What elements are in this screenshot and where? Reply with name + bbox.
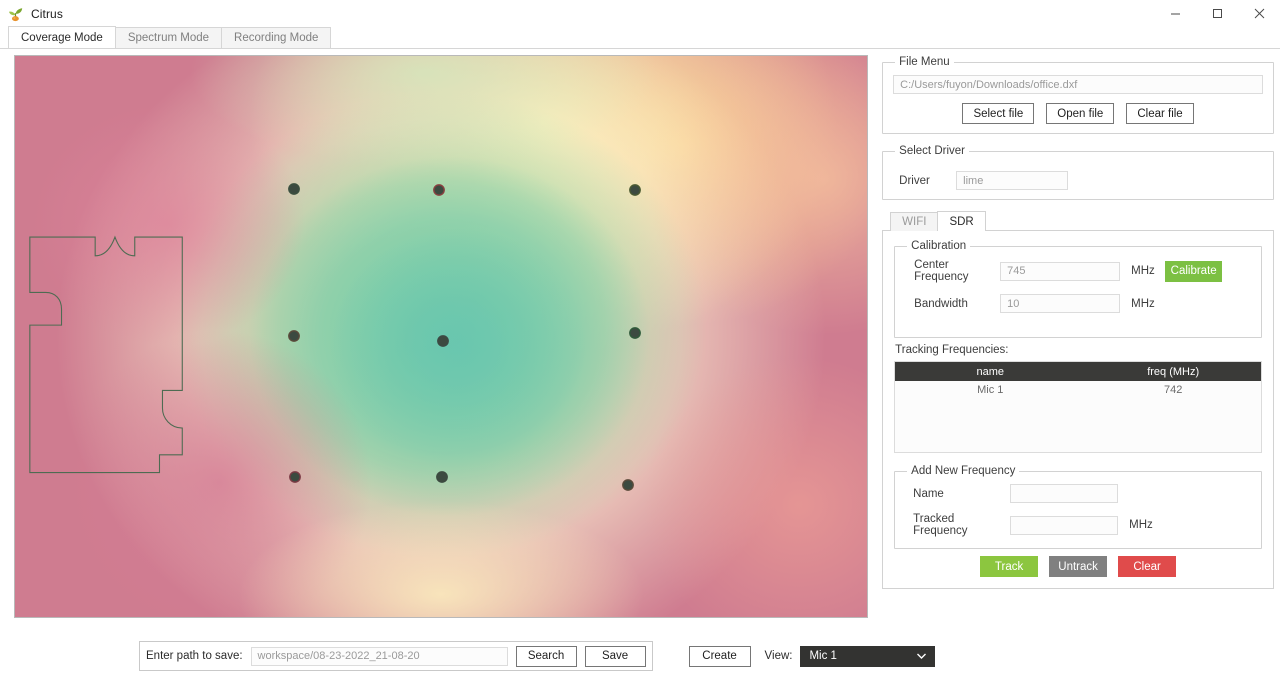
tab-recording-mode-label: Recording Mode bbox=[234, 32, 319, 44]
cell-freq: 742 bbox=[1164, 384, 1183, 396]
save-path-box: Enter path to save: workspace/08-23-2022… bbox=[139, 641, 653, 671]
select-driver-legend: Select Driver bbox=[899, 145, 965, 157]
inner-tab-bar: WIFI SDR bbox=[882, 211, 1274, 231]
table-row[interactable]: Mic 1 742 bbox=[895, 381, 1261, 399]
clear-button[interactable]: Clear bbox=[1118, 556, 1177, 577]
tracked-frequency-unit: MHz bbox=[1129, 519, 1153, 531]
column-header-freq: freq (MHz) bbox=[1147, 365, 1200, 378]
tab-sdr-label: SDR bbox=[949, 215, 974, 228]
view-select-dropdown[interactable]: Mic 1 bbox=[800, 645, 936, 667]
title-bar: Citrus bbox=[0, 0, 1280, 27]
upper-section: File Menu C:/Users/fuyon/Downloads/offic… bbox=[6, 55, 1274, 633]
create-button[interactable]: Create bbox=[688, 645, 751, 667]
untrack-button[interactable]: Untrack bbox=[1049, 556, 1108, 577]
measurement-point[interactable] bbox=[289, 184, 299, 194]
sdr-panel: Calibration Center Frequency 745 MHz Cal… bbox=[882, 230, 1274, 589]
bandwidth-unit: MHz bbox=[1131, 297, 1155, 310]
track-button[interactable]: Track bbox=[980, 556, 1039, 577]
maximize-icon[interactable] bbox=[1196, 0, 1238, 27]
view-select-value: Mic 1 bbox=[809, 650, 837, 662]
driver-label: Driver bbox=[899, 174, 930, 187]
measurement-point[interactable] bbox=[290, 472, 300, 482]
add-new-frequency-legend: Add New Frequency bbox=[911, 465, 1016, 477]
select-driver-group: Select Driver Driver lime bbox=[882, 145, 1274, 200]
bandwidth-row: Bandwidth 10 MHz bbox=[905, 294, 1251, 313]
bandwidth-label: Bandwidth bbox=[914, 297, 968, 310]
file-menu-group: File Menu C:/Users/fuyon/Downloads/offic… bbox=[882, 56, 1274, 134]
center-frequency-row: Center Frequency 745 MHz Calibrate bbox=[905, 259, 1251, 283]
tracked-frequency-row: Tracked Frequency MHz bbox=[905, 513, 1251, 537]
tab-coverage-mode[interactable]: Coverage Mode bbox=[8, 26, 116, 48]
center-frequency-label: Center Frequency bbox=[914, 259, 969, 283]
tab-coverage-mode-label: Coverage Mode bbox=[21, 31, 103, 44]
frequency-action-buttons: Track Untrack Clear bbox=[894, 556, 1262, 577]
save-button[interactable]: Save bbox=[584, 645, 646, 667]
file-path-input[interactable]: C:/Users/fuyon/Downloads/office.dxf bbox=[893, 75, 1263, 94]
calibration-legend: Calibration bbox=[911, 240, 967, 252]
bottom-toolbar: Enter path to save: workspace/08-23-2022… bbox=[6, 633, 1274, 679]
save-path-input[interactable]: workspace/08-23-2022_21-08-20 bbox=[250, 646, 508, 666]
measurement-point[interactable] bbox=[630, 328, 640, 338]
tab-spectrum-mode-label: Spectrum Mode bbox=[127, 32, 210, 44]
open-file-button[interactable]: Open file bbox=[1046, 103, 1115, 124]
bandwidth-input[interactable]: 10 bbox=[1000, 294, 1121, 313]
center-frequency-input[interactable]: 745 bbox=[1000, 261, 1121, 281]
center-frequency-unit: MHz bbox=[1131, 265, 1155, 277]
table-header-row: name freq (MHz) bbox=[895, 362, 1261, 381]
close-icon[interactable] bbox=[1238, 0, 1280, 27]
tab-wifi[interactable]: WIFI bbox=[890, 212, 939, 231]
calibrate-button[interactable]: Calibrate bbox=[1165, 260, 1223, 282]
tab-wifi-label: WIFI bbox=[902, 216, 927, 228]
calibration-group: Calibration Center Frequency 745 MHz Cal… bbox=[894, 240, 1262, 338]
tracked-frequency-label: Tracked Frequency bbox=[913, 513, 968, 537]
measurement-point[interactable] bbox=[434, 185, 444, 195]
radio-mode-tabs: WIFI SDR Calibration Center Frequency 74… bbox=[882, 211, 1274, 589]
measurement-point[interactable] bbox=[623, 480, 633, 490]
column-header-name: name bbox=[976, 365, 1005, 378]
window-controls bbox=[1154, 0, 1280, 27]
clear-file-button[interactable]: Clear file bbox=[1126, 103, 1194, 124]
new-name-input[interactable] bbox=[1010, 484, 1119, 503]
measurement-point[interactable] bbox=[630, 185, 640, 195]
page-body: File Menu C:/Users/fuyon/Downloads/offic… bbox=[0, 49, 1280, 679]
tracking-frequencies-title: Tracking Frequencies: bbox=[895, 344, 1009, 356]
measurement-point[interactable] bbox=[289, 331, 299, 341]
save-path-label: Enter path to save: bbox=[146, 650, 243, 662]
chevron-down-icon bbox=[917, 650, 927, 662]
add-new-frequency-group: Add New Frequency Name Tracked Frequency… bbox=[894, 465, 1262, 549]
new-name-label: Name bbox=[913, 487, 944, 500]
driver-row: Driver lime bbox=[893, 171, 1263, 190]
tracking-frequencies-table: name freq (MHz) Mic 1 742 bbox=[894, 361, 1262, 453]
select-file-button[interactable]: Select file bbox=[962, 103, 1035, 124]
cell-name: Mic 1 bbox=[977, 384, 1004, 396]
mode-tab-bar: Coverage Mode Spectrum Mode Recording Mo… bbox=[0, 26, 1280, 49]
new-name-row: Name bbox=[905, 484, 1251, 503]
app-title: Citrus bbox=[31, 6, 63, 21]
tab-sdr[interactable]: SDR bbox=[937, 211, 986, 231]
measurement-point[interactable] bbox=[438, 336, 448, 346]
search-button[interactable]: Search bbox=[515, 645, 577, 667]
minimize-icon[interactable] bbox=[1154, 0, 1196, 27]
tab-recording-mode[interactable]: Recording Mode bbox=[221, 27, 332, 48]
view-label: View: bbox=[764, 650, 793, 662]
tracked-frequency-input[interactable] bbox=[1010, 515, 1119, 535]
file-menu-legend: File Menu bbox=[899, 56, 950, 68]
title-bar-left: Citrus bbox=[0, 5, 63, 22]
file-menu-buttons: Select file Open file Clear file bbox=[893, 103, 1263, 124]
driver-input[interactable]: lime bbox=[956, 171, 1069, 190]
tab-spectrum-mode[interactable]: Spectrum Mode bbox=[114, 27, 223, 48]
measurement-point[interactable] bbox=[437, 472, 447, 482]
citrus-sprout-icon bbox=[7, 5, 24, 22]
right-panel: File Menu C:/Users/fuyon/Downloads/offic… bbox=[882, 55, 1274, 633]
coverage-heatmap-canvas[interactable] bbox=[14, 55, 869, 618]
